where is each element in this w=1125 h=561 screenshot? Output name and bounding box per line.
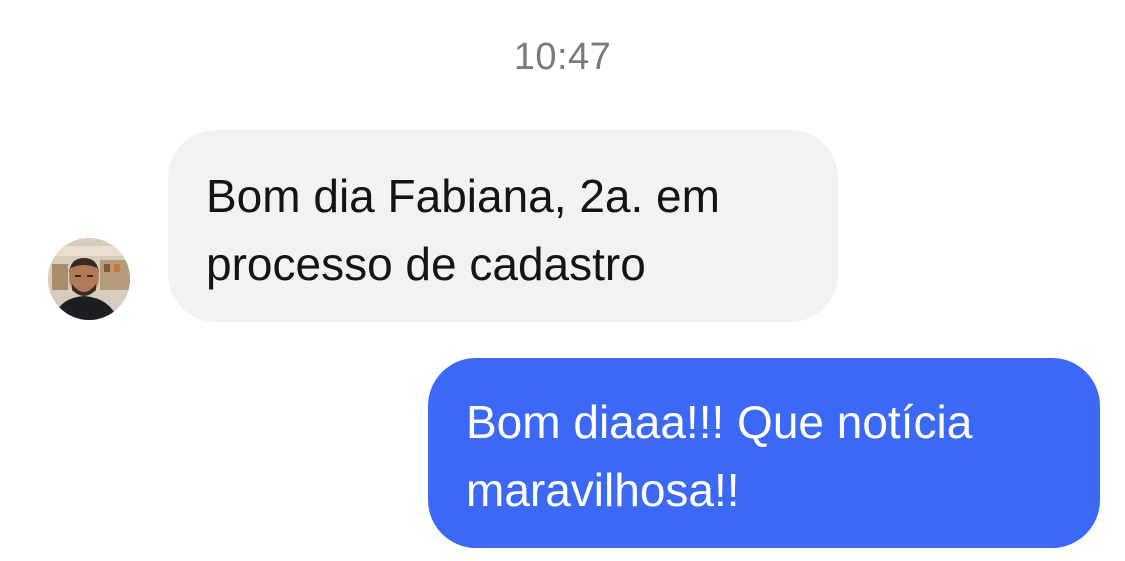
avatar-photo-icon [48,238,130,320]
message-text-line: maravilhosa!! [466,464,740,516]
incoming-message-bubble[interactable]: Bom dia Fabiana, 2a. em processo de cada… [168,130,838,322]
incoming-message-row: Bom dia Fabiana, 2a. em processo de cada… [48,130,848,322]
message-text-line: processo de cadastro [206,238,646,290]
avatar[interactable] [48,238,130,320]
message-timestamp: 10:47 [513,36,612,78]
message-text-line: Bom diaaa!!! Que notícia [466,396,973,448]
message-text-line: Bom dia Fabiana, 2a. em [206,170,720,222]
outgoing-message-bubble[interactable]: Bom diaaa!!! Que notícia maravilhosa!! [428,358,1100,548]
